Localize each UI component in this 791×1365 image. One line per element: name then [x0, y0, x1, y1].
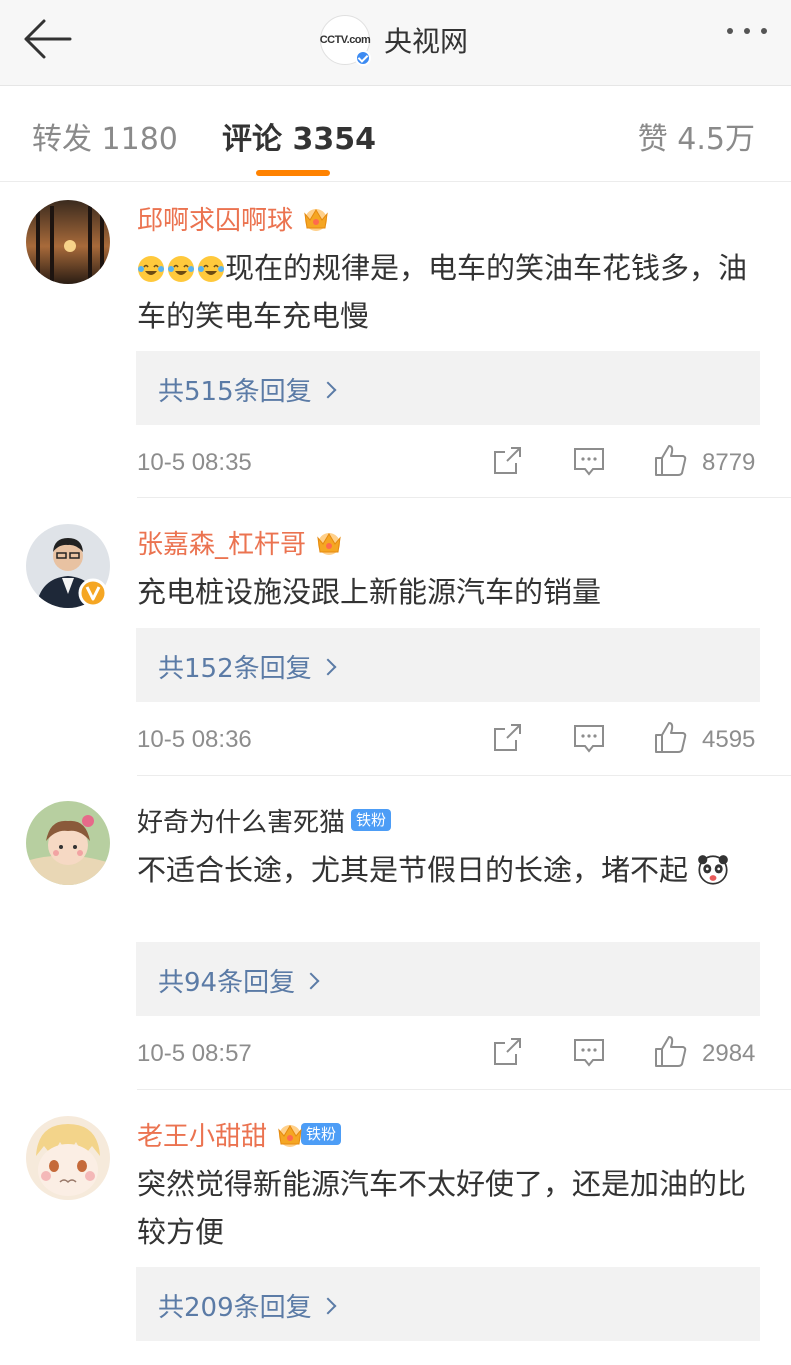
user-row: 好奇为什么害死猫 铁粉	[137, 800, 392, 840]
like-icon[interactable]	[653, 443, 689, 479]
username[interactable]: 好奇为什么害死猫	[137, 802, 345, 839]
username[interactable]: 老王小甜甜	[137, 1116, 267, 1153]
avatar[interactable]	[26, 200, 110, 284]
tab-likes[interactable]: 赞 4.5万	[638, 114, 755, 158]
verified-icon	[355, 50, 371, 66]
divider	[137, 1089, 791, 1090]
reply-thread-link[interactable]: 共152条回复	[136, 628, 760, 702]
user-row: 老王小甜甜 铁粉	[137, 1114, 342, 1154]
laugh-cry-emoji-icon	[138, 256, 164, 282]
timestamp: 10-5 08:57	[137, 1040, 252, 1067]
emoji-group	[137, 255, 225, 283]
comment-text: 充电桩设施没跟上新能源汽车的销量	[137, 575, 602, 609]
reply-icon[interactable]	[571, 1034, 607, 1070]
comment-text: 突然觉得新能源汽车不太好使了，还是加油的比较方便	[137, 1167, 747, 1249]
reply-count-text: 共152条回复	[158, 654, 312, 684]
fan-badge: 铁粉	[351, 809, 392, 831]
chevron-right-icon	[302, 972, 320, 989]
like-icon[interactable]	[653, 1034, 689, 1070]
tab-bar: 转发 1180 评论 3354 赞 4.5万	[0, 86, 791, 182]
like-count: 8779	[702, 449, 756, 476]
divider	[137, 775, 791, 776]
reply-count-text: 共209条回复	[158, 1293, 312, 1323]
chevron-right-icon	[319, 1297, 337, 1314]
top-bar: CCTV.com 央视网	[0, 0, 791, 86]
comment-text: 不适合长途，尤其是节假日的长途，堵不起	[137, 846, 767, 894]
reply-count-link[interactable]: 共209条回复	[158, 1287, 337, 1324]
cctv-logo: CCTV.com	[319, 34, 371, 46]
divider	[137, 497, 791, 498]
comment-text: 现在的规律是，电车的笑油车花钱多，油车的笑电车充电慢	[137, 244, 767, 340]
tab-comments[interactable]: 评论 3354	[222, 114, 376, 158]
like-icon[interactable]	[653, 720, 689, 756]
avatar[interactable]	[26, 1116, 110, 1200]
account-header[interactable]: CCTV.com 央视网	[320, 14, 468, 66]
reply-thread-link[interactable]: 共515条回复	[136, 351, 760, 425]
username[interactable]: 邱啊求囚啊球	[137, 200, 293, 237]
panda-emoji-icon	[698, 855, 729, 885]
verified-v-badge-icon	[78, 578, 108, 608]
chevron-right-icon	[319, 381, 337, 398]
crown-badge-icon	[317, 533, 341, 555]
active-tab-indicator	[256, 170, 330, 176]
chevron-right-icon	[319, 658, 337, 675]
user-row: 张嘉森_杠杆哥	[137, 522, 344, 562]
comment-body: 现在的规律是，电车的笑油车花钱多，油车的笑电车充电慢	[137, 251, 748, 333]
reply-thread-link[interactable]: 共94条回复	[136, 942, 760, 1016]
username[interactable]: 张嘉森_杠杆哥	[137, 524, 306, 561]
like-count: 2984	[702, 1040, 756, 1067]
reply-icon[interactable]	[571, 443, 607, 479]
reply-count-link[interactable]: 共94条回复	[158, 962, 320, 999]
account-avatar[interactable]: CCTV.com	[319, 15, 371, 66]
reply-thread-link[interactable]: 共209条回复	[136, 1267, 760, 1341]
more-options-icon[interactable]	[727, 28, 767, 34]
reply-count-link[interactable]: 共515条回复	[158, 371, 337, 408]
crown-badge-icon	[304, 209, 328, 231]
reply-count-text: 共94条回复	[158, 968, 296, 998]
laugh-cry-emoji-icon	[168, 256, 194, 282]
tab-repost[interactable]: 转发 1180	[32, 114, 178, 158]
crown-badge-icon	[278, 1125, 302, 1147]
reply-count-link[interactable]: 共152条回复	[158, 648, 337, 685]
back-arrow-icon[interactable]	[18, 14, 78, 64]
avatar[interactable]	[26, 801, 110, 885]
comment-body: 不适合长途，尤其是节假日的长途，堵不起	[137, 853, 689, 887]
share-icon[interactable]	[489, 443, 525, 479]
comment-meta: 10-5 08:36 4595	[137, 720, 761, 760]
like-count: 4595	[702, 726, 756, 753]
share-icon[interactable]	[489, 720, 525, 756]
user-row: 邱啊求囚啊球	[137, 198, 331, 238]
fan-badge: 铁粉	[301, 1123, 342, 1145]
laugh-cry-emoji-icon	[198, 256, 224, 282]
page-title: 央视网	[384, 25, 469, 58]
timestamp: 10-5 08:35	[137, 449, 252, 476]
timestamp: 10-5 08:36	[137, 726, 252, 753]
reply-icon[interactable]	[571, 720, 607, 756]
comment-meta: 10-5 08:35 8779	[137, 443, 761, 483]
comment-meta: 10-5 08:57 2984	[137, 1034, 761, 1074]
share-icon[interactable]	[489, 1034, 525, 1070]
reply-count-text: 共515条回复	[158, 377, 312, 407]
